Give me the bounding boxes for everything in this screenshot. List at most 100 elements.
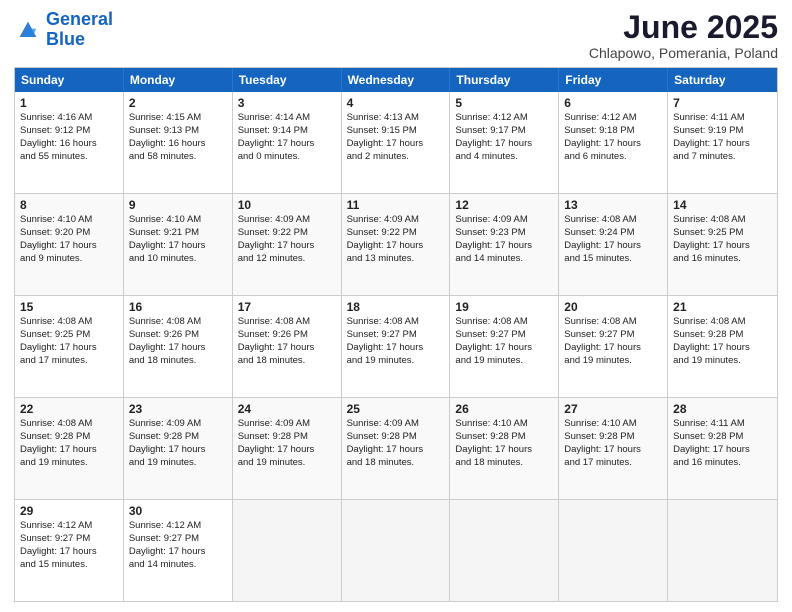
col-saturday: Saturday	[668, 68, 777, 92]
day-info: Sunrise: 4:08 AM Sunset: 9:28 PM Dayligh…	[20, 418, 97, 467]
day-number: 11	[347, 197, 445, 213]
day-info: Sunrise: 4:10 AM Sunset: 9:28 PM Dayligh…	[564, 418, 641, 467]
day-number: 21	[673, 299, 772, 315]
day-info: Sunrise: 4:09 AM Sunset: 9:22 PM Dayligh…	[347, 214, 424, 263]
col-tuesday: Tuesday	[233, 68, 342, 92]
day-number: 26	[455, 401, 553, 417]
day-info: Sunrise: 4:08 AM Sunset: 9:26 PM Dayligh…	[238, 316, 315, 365]
day-info: Sunrise: 4:09 AM Sunset: 9:28 PM Dayligh…	[238, 418, 315, 467]
day-info: Sunrise: 4:08 AM Sunset: 9:25 PM Dayligh…	[673, 214, 750, 263]
day-info: Sunrise: 4:09 AM Sunset: 9:22 PM Dayligh…	[238, 214, 315, 263]
day-number: 8	[20, 197, 118, 213]
day-info: Sunrise: 4:13 AM Sunset: 9:15 PM Dayligh…	[347, 112, 424, 161]
day-number: 12	[455, 197, 553, 213]
day-number: 20	[564, 299, 662, 315]
calendar-row: 29Sunrise: 4:12 AM Sunset: 9:27 PM Dayli…	[15, 499, 777, 601]
day-number: 4	[347, 95, 445, 111]
day-info: Sunrise: 4:08 AM Sunset: 9:27 PM Dayligh…	[347, 316, 424, 365]
calendar-cell: 7Sunrise: 4:11 AM Sunset: 9:19 PM Daylig…	[668, 92, 777, 193]
day-info: Sunrise: 4:11 AM Sunset: 9:19 PM Dayligh…	[673, 112, 750, 161]
calendar-cell	[668, 500, 777, 601]
day-number: 13	[564, 197, 662, 213]
calendar-cell: 16Sunrise: 4:08 AM Sunset: 9:26 PM Dayli…	[124, 296, 233, 397]
calendar-header: Sunday Monday Tuesday Wednesday Thursday…	[15, 68, 777, 92]
day-number: 22	[20, 401, 118, 417]
calendar-cell	[233, 500, 342, 601]
day-number: 16	[129, 299, 227, 315]
day-info: Sunrise: 4:16 AM Sunset: 9:12 PM Dayligh…	[20, 112, 97, 161]
calendar-cell: 30Sunrise: 4:12 AM Sunset: 9:27 PM Dayli…	[124, 500, 233, 601]
col-friday: Friday	[559, 68, 668, 92]
col-thursday: Thursday	[450, 68, 559, 92]
calendar: Sunday Monday Tuesday Wednesday Thursday…	[14, 67, 778, 602]
day-info: Sunrise: 4:09 AM Sunset: 9:28 PM Dayligh…	[129, 418, 206, 467]
page: General Blue June 2025 Chlapowo, Pomeran…	[0, 0, 792, 612]
calendar-cell: 9Sunrise: 4:10 AM Sunset: 9:21 PM Daylig…	[124, 194, 233, 295]
day-info: Sunrise: 4:09 AM Sunset: 9:28 PM Dayligh…	[347, 418, 424, 467]
calendar-cell	[450, 500, 559, 601]
day-number: 29	[20, 503, 118, 519]
day-number: 9	[129, 197, 227, 213]
day-number: 27	[564, 401, 662, 417]
day-number: 18	[347, 299, 445, 315]
calendar-cell: 1Sunrise: 4:16 AM Sunset: 9:12 PM Daylig…	[15, 92, 124, 193]
calendar-cell: 5Sunrise: 4:12 AM Sunset: 9:17 PM Daylig…	[450, 92, 559, 193]
col-wednesday: Wednesday	[342, 68, 451, 92]
calendar-cell: 29Sunrise: 4:12 AM Sunset: 9:27 PM Dayli…	[15, 500, 124, 601]
calendar-cell: 15Sunrise: 4:08 AM Sunset: 9:25 PM Dayli…	[15, 296, 124, 397]
calendar-cell: 25Sunrise: 4:09 AM Sunset: 9:28 PM Dayli…	[342, 398, 451, 499]
calendar-row: 22Sunrise: 4:08 AM Sunset: 9:28 PM Dayli…	[15, 397, 777, 499]
day-info: Sunrise: 4:08 AM Sunset: 9:28 PM Dayligh…	[673, 316, 750, 365]
subtitle: Chlapowo, Pomerania, Poland	[589, 45, 778, 61]
day-number: 25	[347, 401, 445, 417]
col-sunday: Sunday	[15, 68, 124, 92]
day-number: 19	[455, 299, 553, 315]
day-number: 6	[564, 95, 662, 111]
calendar-row: 8Sunrise: 4:10 AM Sunset: 9:20 PM Daylig…	[15, 193, 777, 295]
calendar-cell: 22Sunrise: 4:08 AM Sunset: 9:28 PM Dayli…	[15, 398, 124, 499]
col-monday: Monday	[124, 68, 233, 92]
day-number: 10	[238, 197, 336, 213]
calendar-cell: 21Sunrise: 4:08 AM Sunset: 9:28 PM Dayli…	[668, 296, 777, 397]
day-info: Sunrise: 4:12 AM Sunset: 9:17 PM Dayligh…	[455, 112, 532, 161]
day-info: Sunrise: 4:09 AM Sunset: 9:23 PM Dayligh…	[455, 214, 532, 263]
calendar-cell: 13Sunrise: 4:08 AM Sunset: 9:24 PM Dayli…	[559, 194, 668, 295]
calendar-cell: 12Sunrise: 4:09 AM Sunset: 9:23 PM Dayli…	[450, 194, 559, 295]
day-info: Sunrise: 4:08 AM Sunset: 9:25 PM Dayligh…	[20, 316, 97, 365]
day-number: 14	[673, 197, 772, 213]
day-info: Sunrise: 4:08 AM Sunset: 9:26 PM Dayligh…	[129, 316, 206, 365]
day-info: Sunrise: 4:08 AM Sunset: 9:27 PM Dayligh…	[455, 316, 532, 365]
day-number: 23	[129, 401, 227, 417]
day-number: 30	[129, 503, 227, 519]
calendar-row: 15Sunrise: 4:08 AM Sunset: 9:25 PM Dayli…	[15, 295, 777, 397]
calendar-cell: 2Sunrise: 4:15 AM Sunset: 9:13 PM Daylig…	[124, 92, 233, 193]
calendar-cell: 3Sunrise: 4:14 AM Sunset: 9:14 PM Daylig…	[233, 92, 342, 193]
calendar-cell: 23Sunrise: 4:09 AM Sunset: 9:28 PM Dayli…	[124, 398, 233, 499]
main-title: June 2025	[589, 10, 778, 45]
logo: General Blue	[14, 10, 113, 50]
day-info: Sunrise: 4:10 AM Sunset: 9:28 PM Dayligh…	[455, 418, 532, 467]
day-number: 15	[20, 299, 118, 315]
calendar-cell: 11Sunrise: 4:09 AM Sunset: 9:22 PM Dayli…	[342, 194, 451, 295]
calendar-cell: 24Sunrise: 4:09 AM Sunset: 9:28 PM Dayli…	[233, 398, 342, 499]
day-number: 17	[238, 299, 336, 315]
day-info: Sunrise: 4:15 AM Sunset: 9:13 PM Dayligh…	[129, 112, 206, 161]
day-info: Sunrise: 4:10 AM Sunset: 9:20 PM Dayligh…	[20, 214, 97, 263]
calendar-cell: 6Sunrise: 4:12 AM Sunset: 9:18 PM Daylig…	[559, 92, 668, 193]
calendar-cell	[342, 500, 451, 601]
day-info: Sunrise: 4:14 AM Sunset: 9:14 PM Dayligh…	[238, 112, 315, 161]
logo-icon	[14, 16, 42, 44]
calendar-cell: 14Sunrise: 4:08 AM Sunset: 9:25 PM Dayli…	[668, 194, 777, 295]
day-info: Sunrise: 4:11 AM Sunset: 9:28 PM Dayligh…	[673, 418, 750, 467]
calendar-cell: 18Sunrise: 4:08 AM Sunset: 9:27 PM Dayli…	[342, 296, 451, 397]
calendar-row: 1Sunrise: 4:16 AM Sunset: 9:12 PM Daylig…	[15, 92, 777, 193]
calendar-cell: 26Sunrise: 4:10 AM Sunset: 9:28 PM Dayli…	[450, 398, 559, 499]
calendar-cell	[559, 500, 668, 601]
day-number: 2	[129, 95, 227, 111]
calendar-body: 1Sunrise: 4:16 AM Sunset: 9:12 PM Daylig…	[15, 92, 777, 601]
day-info: Sunrise: 4:10 AM Sunset: 9:21 PM Dayligh…	[129, 214, 206, 263]
day-info: Sunrise: 4:08 AM Sunset: 9:24 PM Dayligh…	[564, 214, 641, 263]
day-info: Sunrise: 4:12 AM Sunset: 9:27 PM Dayligh…	[20, 520, 97, 569]
calendar-cell: 27Sunrise: 4:10 AM Sunset: 9:28 PM Dayli…	[559, 398, 668, 499]
calendar-cell: 10Sunrise: 4:09 AM Sunset: 9:22 PM Dayli…	[233, 194, 342, 295]
